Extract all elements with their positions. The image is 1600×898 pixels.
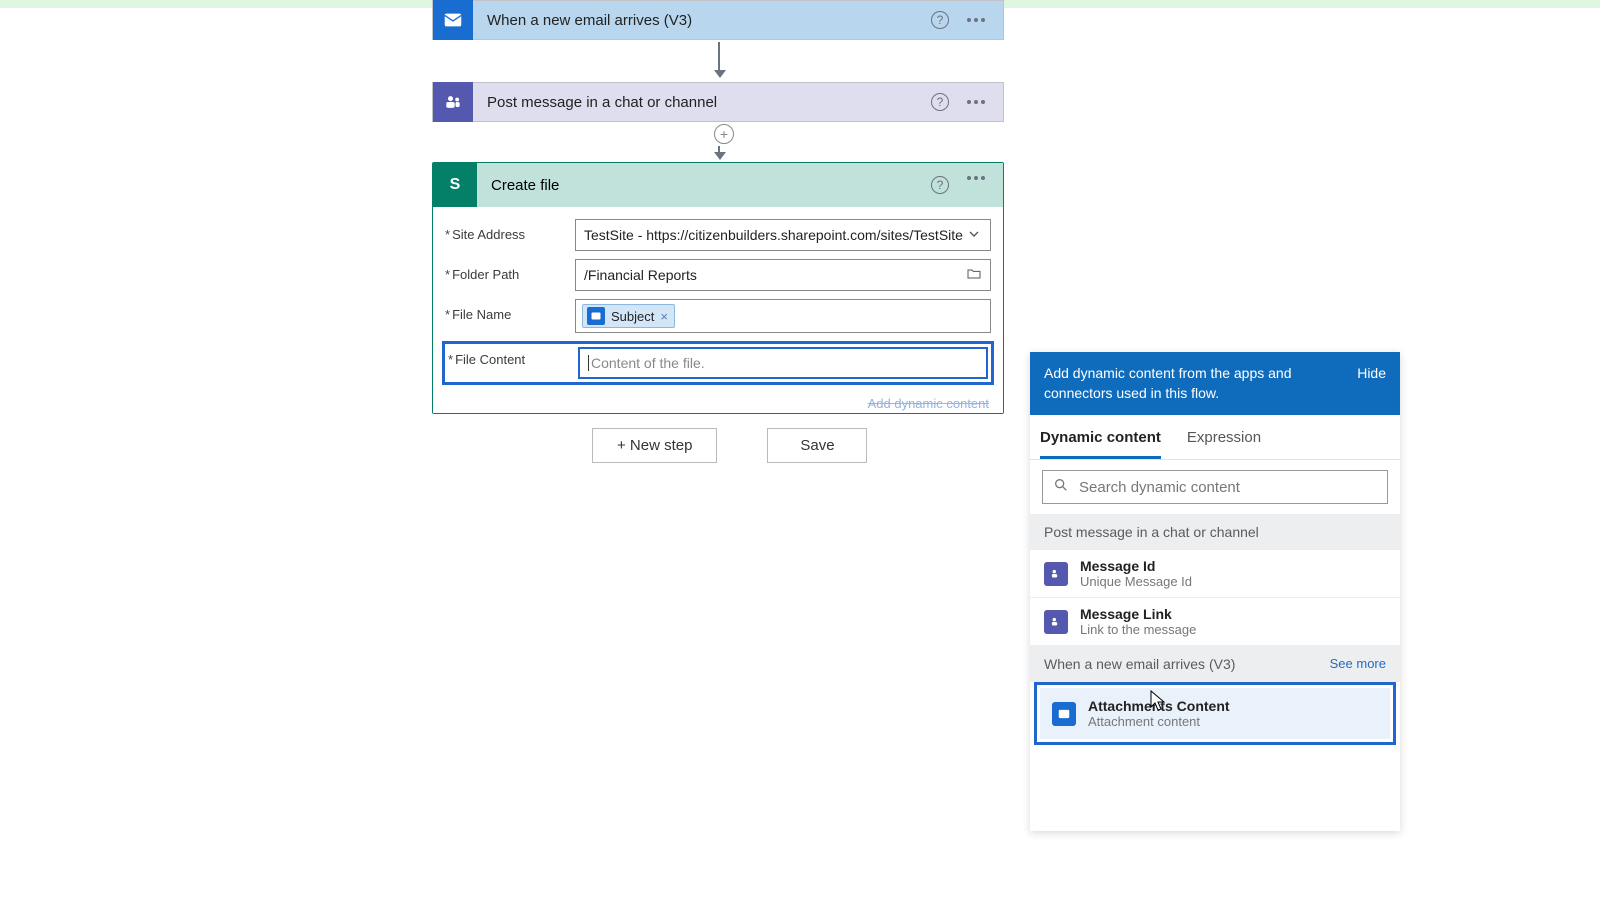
site-address-value: TestSite - https://citizenbuilders.share… <box>584 227 963 243</box>
dc-item-subtitle: Link to the message <box>1080 622 1196 637</box>
outlook-icon <box>1052 702 1076 726</box>
trigger-title: When a new email arrives (V3) <box>473 12 931 29</box>
dc-hide-button[interactable]: Hide <box>1357 364 1386 384</box>
dc-panel-header: Add dynamic content from the apps and co… <box>1030 352 1400 415</box>
new-step-button[interactable]: + New step <box>592 428 717 463</box>
folder-path-input[interactable]: /Financial Reports <box>575 259 991 291</box>
dc-item-subtitle: Unique Message Id <box>1080 574 1192 589</box>
dynamic-content-panel: Add dynamic content from the apps and co… <box>1030 352 1400 831</box>
help-icon[interactable]: ? <box>931 11 949 29</box>
more-icon[interactable] <box>967 176 985 194</box>
dc-item-attachments-content[interactable]: Attachments Content Attachment content <box>1040 688 1390 739</box>
dc-group-title: When a new email arrives (V3) <box>1044 656 1235 672</box>
teams-icon <box>1044 610 1068 634</box>
outlook-icon <box>587 307 605 325</box>
flow-card-trigger[interactable]: When a new email arrives (V3) ? <box>432 0 1004 40</box>
see-more-link[interactable]: See more <box>1330 656 1386 672</box>
dc-search-input[interactable]: Search dynamic content <box>1042 470 1388 504</box>
dc-item-title: Attachments Content <box>1088 698 1230 714</box>
teams-icon <box>1044 562 1068 586</box>
dc-group-title: Post message in a chat or channel <box>1044 524 1259 540</box>
tab-dynamic-content[interactable]: Dynamic content <box>1040 423 1161 459</box>
outlook-icon <box>433 0 473 40</box>
file-name-input[interactable]: Subject × <box>575 299 991 333</box>
teams-icon <box>433 82 473 122</box>
label-site-address: Site Address <box>452 227 525 242</box>
file-content-placeholder: Content of the file. <box>588 355 705 371</box>
flow-card-create-file: S Create file ? *Site Address TestSite -… <box>432 162 1004 414</box>
create-file-header[interactable]: S Create file ? <box>433 163 1003 207</box>
folder-path-value: /Financial Reports <box>584 267 697 283</box>
file-content-input[interactable]: Content of the file. <box>578 347 988 379</box>
flow-arrow <box>714 42 724 78</box>
add-step-inline-icon[interactable]: + <box>714 124 734 144</box>
help-icon[interactable]: ? <box>931 176 949 194</box>
field-site-address: *Site Address TestSite - https://citizen… <box>445 219 991 251</box>
folder-picker-icon[interactable] <box>966 266 982 285</box>
label-file-content: File Content <box>455 352 525 367</box>
dc-item-title: Message Id <box>1080 558 1192 574</box>
more-icon[interactable] <box>967 18 985 22</box>
add-dynamic-content-link[interactable]: Add dynamic content <box>868 396 989 411</box>
search-icon <box>1053 477 1069 497</box>
flow-card-post-message[interactable]: Post message in a chat or channel ? <box>432 82 1004 122</box>
token-subject-label: Subject <box>611 309 654 324</box>
field-file-content-highlight: *File Content Content of the file. <box>442 341 994 385</box>
token-remove-icon[interactable]: × <box>660 309 668 324</box>
save-button[interactable]: Save <box>767 428 867 463</box>
dc-item-subtitle: Attachment content <box>1088 714 1230 729</box>
sharepoint-icon: S <box>433 163 477 207</box>
action1-title: Post message in a chat or channel <box>473 94 931 111</box>
dc-item-message-id[interactable]: Message Id Unique Message Id <box>1030 550 1400 598</box>
tab-expression[interactable]: Expression <box>1187 423 1261 459</box>
label-file-name: File Name <box>452 307 511 322</box>
dc-item-title: Message Link <box>1080 606 1196 622</box>
help-icon[interactable]: ? <box>931 93 949 111</box>
dc-item-message-link[interactable]: Message Link Link to the message <box>1030 598 1400 646</box>
dc-search-placeholder: Search dynamic content <box>1079 479 1240 496</box>
token-subject[interactable]: Subject × <box>582 304 675 328</box>
site-address-dropdown[interactable]: TestSite - https://citizenbuilders.share… <box>575 219 991 251</box>
dc-header-text: Add dynamic content from the apps and co… <box>1044 364 1349 403</box>
label-folder-path: Folder Path <box>452 267 519 282</box>
more-icon[interactable] <box>967 100 985 104</box>
field-folder-path: *Folder Path /Financial Reports <box>445 259 991 291</box>
dc-item-attachments-content-highlight: Attachments Content Attachment content <box>1034 682 1396 745</box>
dc-group-header: When a new email arrives (V3) See more <box>1030 646 1400 682</box>
chevron-down-icon <box>966 226 982 245</box>
flow-arrow: + <box>714 124 724 160</box>
dc-group-header: Post message in a chat or channel <box>1030 514 1400 550</box>
field-file-name: *File Name Subject × <box>445 299 991 333</box>
create-file-title: Create file <box>477 177 931 194</box>
